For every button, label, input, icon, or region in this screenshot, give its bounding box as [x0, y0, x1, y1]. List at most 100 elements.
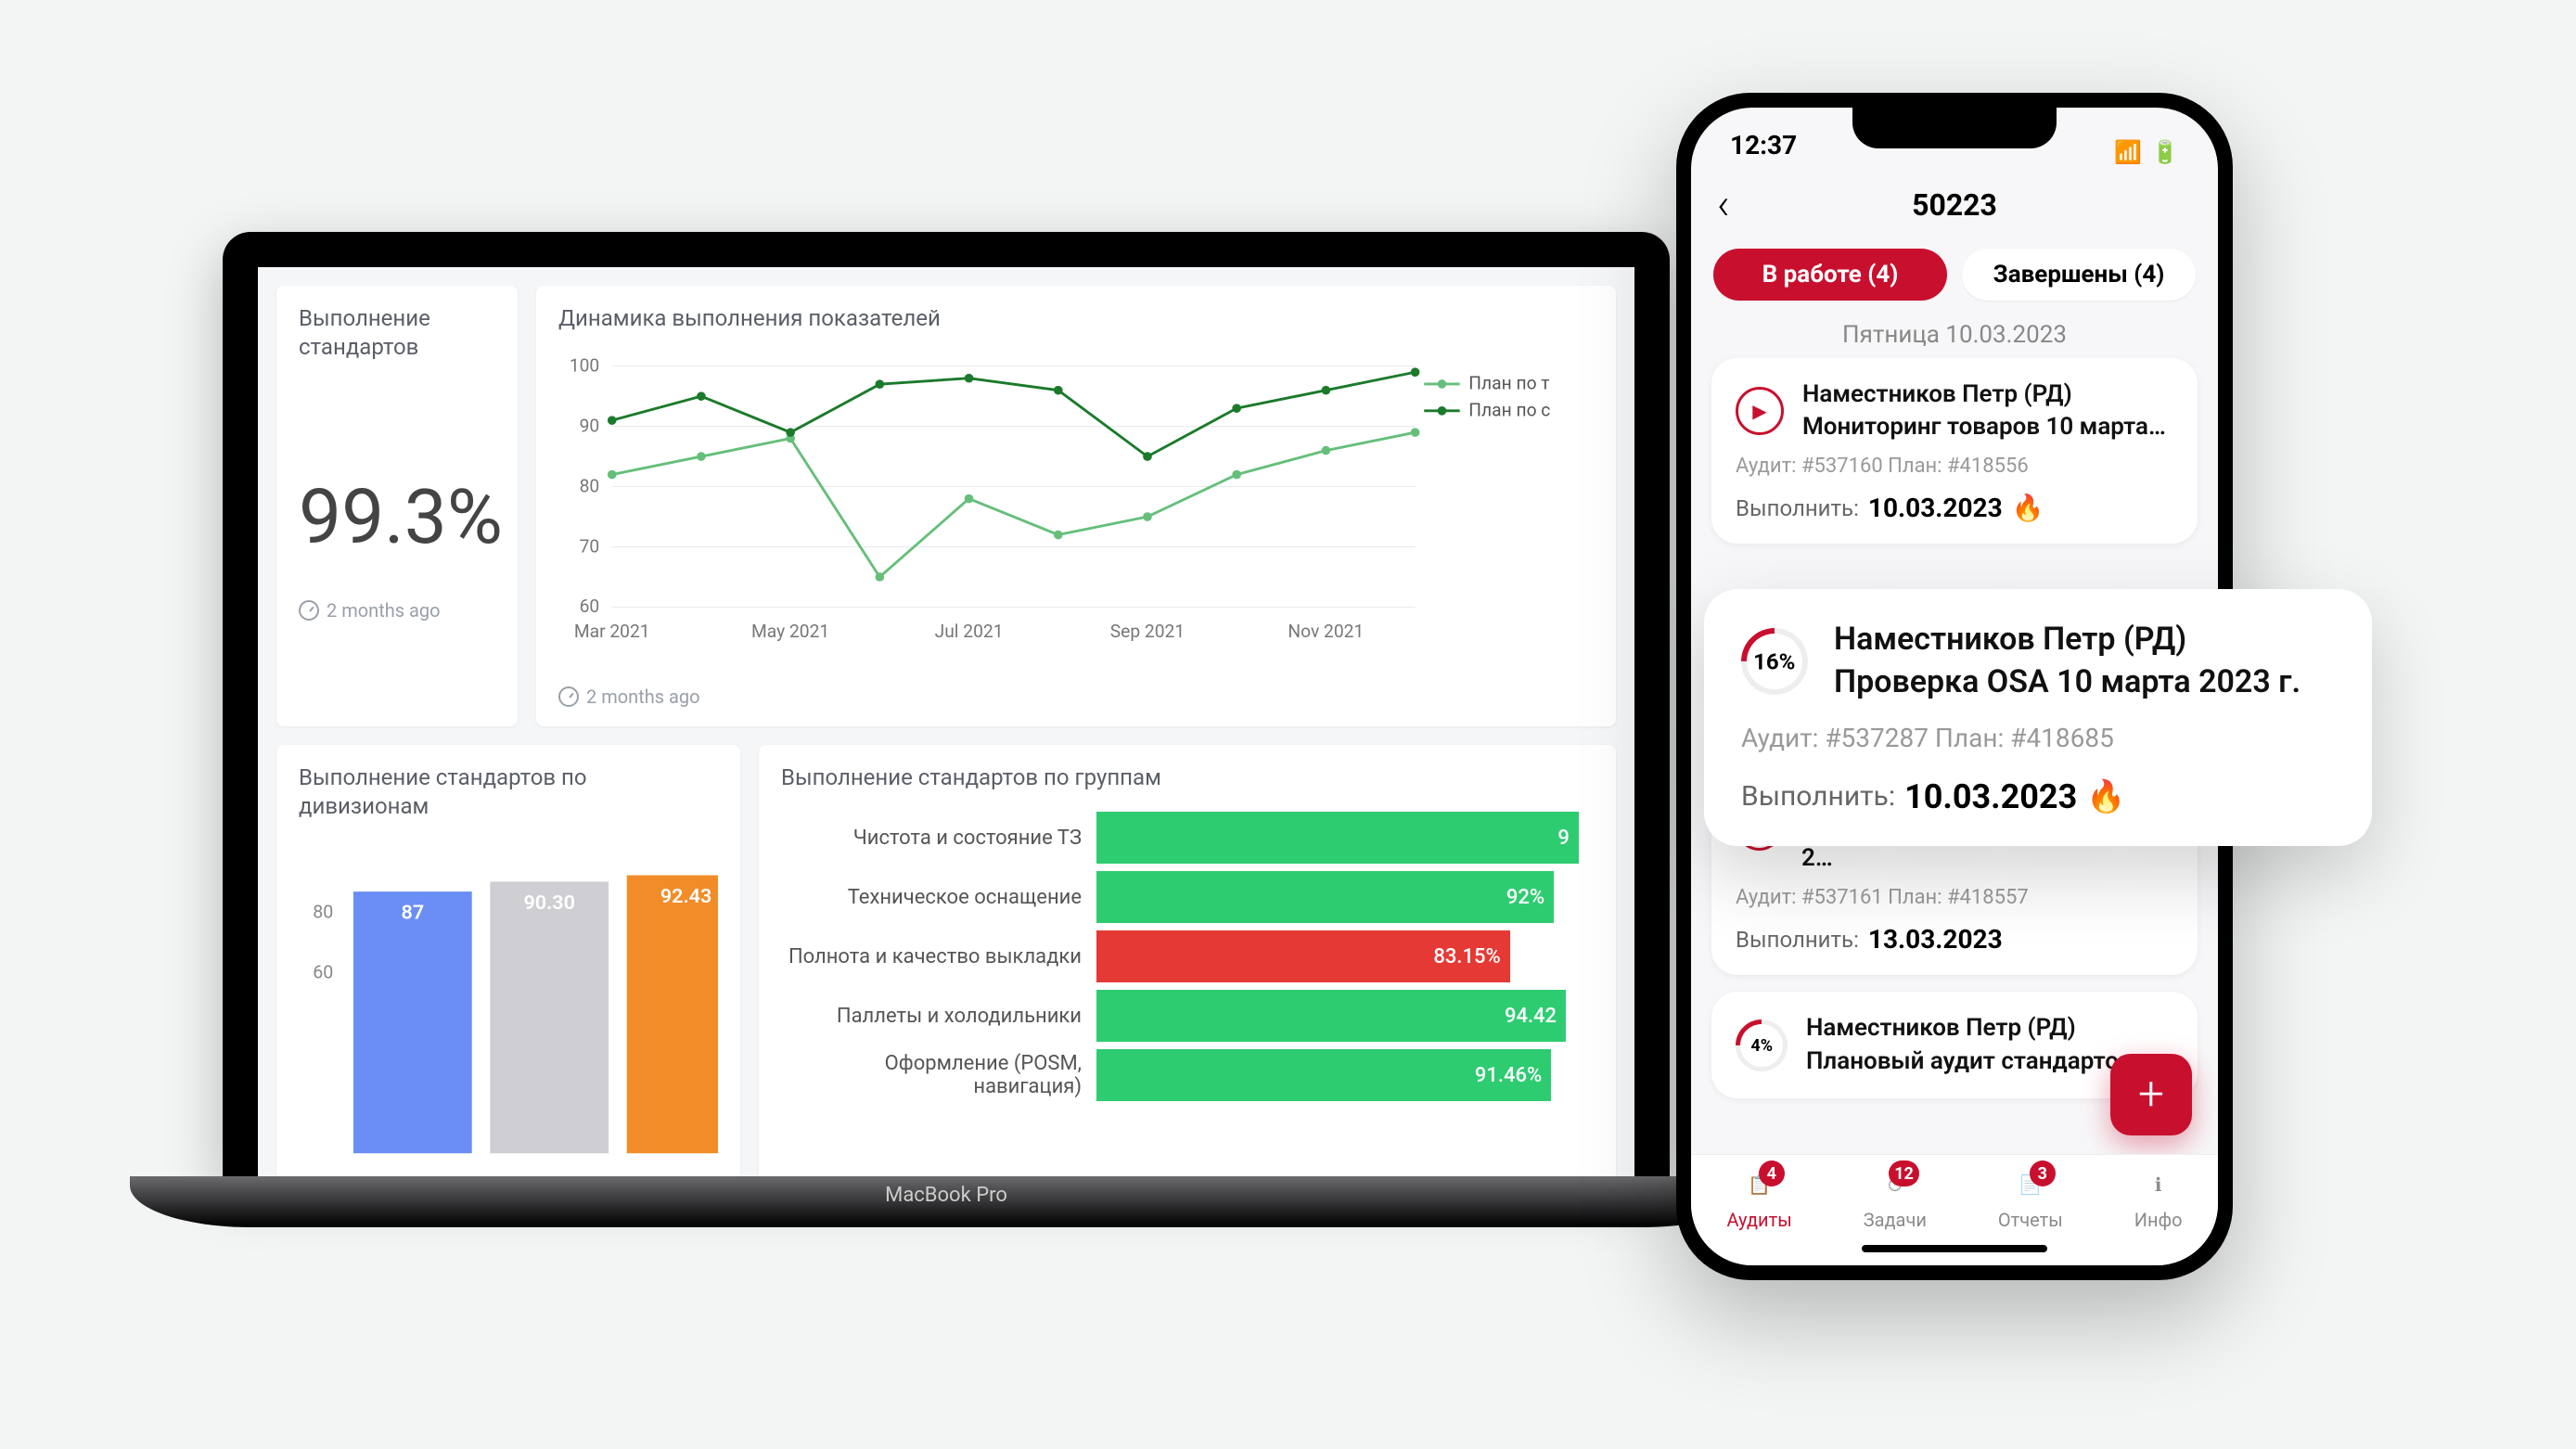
svg-text:90.30: 90.30	[523, 891, 575, 914]
signal-icon: 📶	[2114, 139, 2142, 165]
screen-title: 50223	[1912, 187, 1997, 223]
svg-text:May 2021: May 2021	[751, 621, 829, 642]
tab-label: Отчеты	[1998, 1209, 2063, 1231]
audit-line1: Наместников Петр (РД)	[1806, 1012, 2149, 1045]
tab-badge: 12	[1889, 1160, 1919, 1186]
audit-card[interactable]: ▶ Наместников Петр (РД) Мониторинг товар…	[1711, 358, 2198, 544]
groups-bar-label: Чистота и состояние ТЗ	[781, 827, 1096, 850]
svg-text:Mar 2021: Mar 2021	[574, 621, 650, 642]
svg-text:80: 80	[580, 476, 600, 497]
svg-text:60: 60	[580, 596, 600, 617]
segment-completed[interactable]: Завершены (4)	[1962, 249, 2196, 301]
audit-due: Выполнить: 10.03.2023 🔥	[1736, 493, 2173, 523]
audit-detail-card[interactable]: 16% Наместников Петр (РД) Проверка OSA 1…	[1704, 589, 2372, 846]
audit-meta: Аудит: #537160 План: #418556	[1736, 455, 2173, 478]
progress-pct: 16%	[1753, 648, 1795, 674]
kpi-footer-text: 2 months ago	[327, 599, 441, 622]
laptop-brand: MacBook Pro	[885, 1184, 1007, 1207]
fire-icon: 🔥	[2086, 778, 2125, 815]
audit-due: Выполнить: 13.03.2023	[1736, 924, 2173, 955]
groups-bar-track: 9	[1096, 812, 1594, 864]
svg-text:План по с: План по с	[1468, 400, 1550, 421]
svg-text:Sep 2021: Sep 2021	[1110, 621, 1185, 642]
due-label: Выполнить:	[1741, 780, 1895, 813]
groups-bar-row: Техническое оснащение 92%	[781, 870, 1594, 924]
groups-chart-title: Выполнение стандартов по группам	[781, 763, 1594, 792]
tab-badge: 3	[2030, 1160, 2056, 1186]
svg-text:80: 80	[313, 901, 333, 922]
detail-due: Выполнить: 10.03.2023 🔥	[1741, 777, 2335, 816]
due-date: 10.03.2023	[1904, 777, 2077, 816]
add-button[interactable]: +	[2110, 1054, 2192, 1135]
due-date: 13.03.2023	[1868, 924, 2003, 955]
line-chart-card: Динамика выполнения показателей 60 70 80 90…	[536, 286, 1616, 726]
laptop-bezel: Выполнение стандартов 99.3% 2 months ago…	[223, 232, 1670, 1176]
back-button[interactable]: ‹	[1717, 180, 1730, 230]
groups-bar-label: Техническое оснащение	[781, 886, 1096, 909]
svg-text:92.43: 92.43	[660, 885, 712, 908]
svg-text:Jul 2021: Jul 2021	[935, 621, 1004, 642]
clock-icon	[299, 600, 319, 621]
kpi-card: Выполнение стандартов 99.3% 2 months ago	[276, 286, 518, 726]
groups-bar-row: Оформление (POSM, навигация) 91.46%	[781, 1048, 1594, 1102]
due-label: Выполнить:	[1736, 495, 1859, 521]
groups-chart: Чистота и состояние ТЗ 9 Техническое осн…	[781, 811, 1594, 1102]
play-icon: ▶	[1736, 387, 1784, 435]
date-header: Пятница 10.03.2023	[1691, 304, 2218, 358]
segment-in-progress[interactable]: В работе (4)	[1713, 249, 1947, 301]
svg-text:70: 70	[580, 535, 600, 557]
svg-text:Nov 2021: Nov 2021	[1288, 621, 1364, 642]
tab-icon: ℹ	[2140, 1166, 2177, 1203]
audit-line2: Мониторинг товаров 10 марта…	[1802, 411, 2166, 443]
svg-text:План по т: План по т	[1468, 373, 1549, 394]
kpi-footer: 2 months ago	[299, 599, 495, 622]
groups-bar-row: Паллеты и холодильники 94.42	[781, 989, 1594, 1043]
groups-chart-card: Выполнение стандартов по группам Чистота…	[759, 745, 1616, 1176]
tab-label: Аудиты	[1727, 1209, 1792, 1231]
groups-bar-track: 94.42	[1096, 990, 1594, 1042]
due-label: Выполнить:	[1736, 927, 1859, 953]
notch	[1852, 108, 2057, 148]
battery-icon: 🔋	[2151, 139, 2179, 165]
groups-bar-label: Полнота и качество выкладки	[781, 945, 1096, 968]
detail-line2: Проверка OSA 10 марта 2023 г.	[1834, 661, 2300, 704]
svg-text:87: 87	[401, 901, 424, 924]
laptop-mockup: Выполнение стандартов 99.3% 2 months ago…	[130, 232, 1762, 1227]
division-chart: 60 80 87 90.30 92.43	[299, 840, 718, 1174]
line-chart-title: Динамика выполнения показателей	[558, 304, 1594, 333]
line-chart-footer-text: 2 months ago	[586, 686, 700, 708]
detail-line1: Наместников Петр (РД)	[1834, 619, 2300, 661]
audit-line1: Наместников Петр (РД)	[1802, 378, 2166, 411]
groups-bar-fill: 9	[1096, 812, 1579, 864]
tab-Аудиты[interactable]: 📋 Аудиты 4	[1727, 1166, 1792, 1265]
groups-bar-fill: 94.42	[1096, 990, 1566, 1042]
detail-lines: Наместников Петр (РД) Проверка OSA 10 ма…	[1834, 619, 2300, 704]
svg-text:90: 90	[580, 416, 600, 437]
status-icons: 📶 🔋	[2114, 130, 2179, 174]
detail-meta: Аудит: #537287 План: #418685	[1741, 723, 2335, 753]
groups-bar-fill: 83.15%	[1096, 930, 1510, 982]
tab-Инфо[interactable]: ℹ Инфо	[2134, 1166, 2183, 1265]
groups-bar-fill: 91.46%	[1096, 1049, 1551, 1101]
due-date: 10.03.2023	[1868, 493, 2003, 523]
home-indicator	[1862, 1245, 2047, 1252]
screen-header: ‹ 50223	[1691, 174, 2218, 236]
tab-label: Инфо	[2134, 1209, 2183, 1231]
groups-bar-track: 92%	[1096, 871, 1594, 923]
kpi-value: 99.3%	[299, 473, 495, 562]
groups-bar-fill: 92%	[1096, 871, 1554, 923]
tab-badge: 4	[1759, 1160, 1785, 1186]
groups-bar-row: Чистота и состояние ТЗ 9	[781, 811, 1594, 865]
laptop-base: MacBook Pro	[130, 1176, 1762, 1227]
dashboard: Выполнение стандартов 99.3% 2 months ago…	[258, 267, 1634, 1176]
svg-text:100: 100	[570, 355, 599, 377]
line-chart: 60 70 80 90 100 Mar 2021 May 2021 Jul 2021 Sep 2…	[558, 352, 1594, 648]
groups-bar-row: Полнота и качество выкладки 83.15%	[781, 930, 1594, 983]
svg-text:60: 60	[313, 961, 333, 982]
progress-ring: 4%	[1724, 1008, 1798, 1082]
line-chart-footer: 2 months ago	[558, 686, 1594, 708]
progress-ring: 16%	[1727, 614, 1822, 709]
groups-bar-label: Паллеты и холодильники	[781, 1005, 1096, 1028]
groups-bar-track: 91.46%	[1096, 1049, 1594, 1101]
audit-line2: Плановый аудит стандартов…	[1806, 1045, 2149, 1078]
